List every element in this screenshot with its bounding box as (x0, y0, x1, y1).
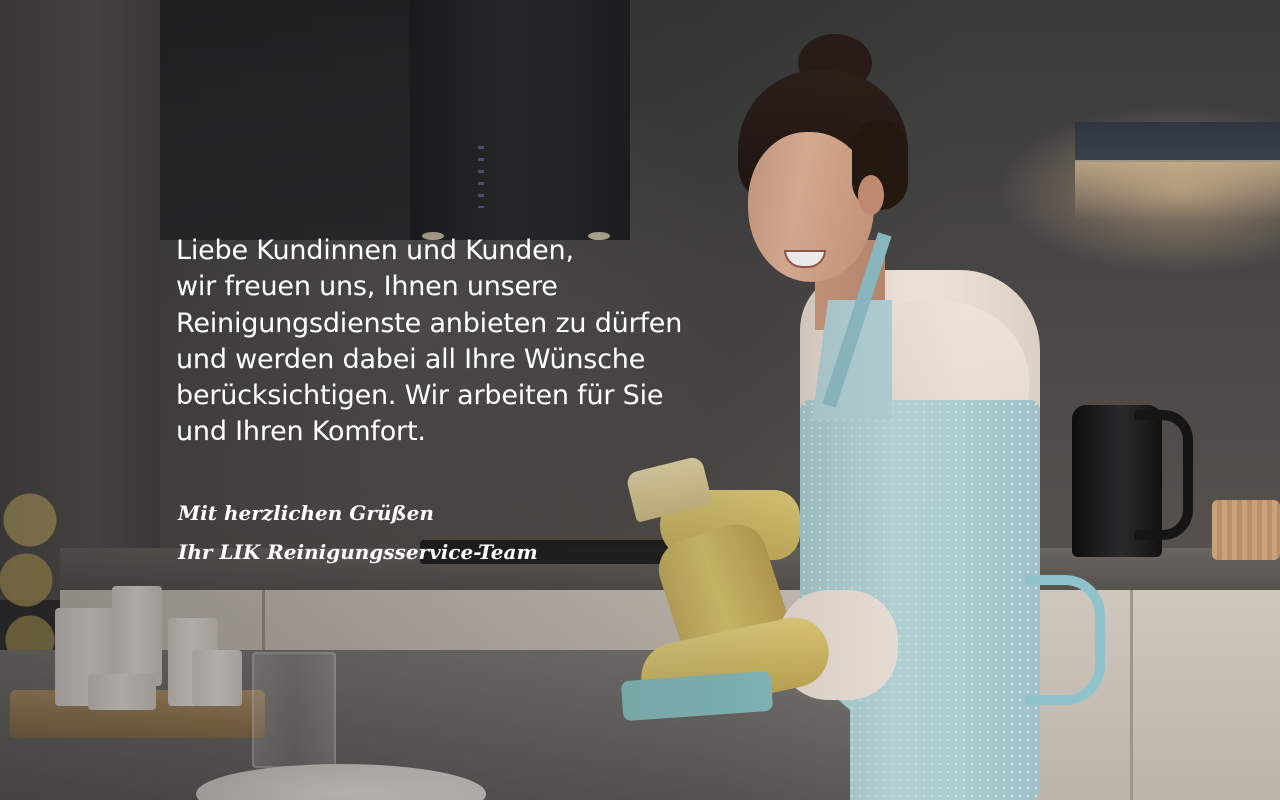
message-line: wir freuen uns, Ihnen unsere (176, 271, 558, 303)
signature-team: Ihr LIK Reinigungsservice-Team (178, 540, 538, 564)
message-line: berücksichtigen. Wir arbeiten für Sie (176, 380, 664, 412)
signature: Mit herzlichen Grüßen Ihr LIK Reinigungs… (178, 494, 538, 572)
message-line: Liebe Kundinnen und Kunden, (176, 235, 574, 266)
message-line: Reinigungsdienste anbieten zu dürfen (176, 307, 683, 339)
message-line: und Ihren Komfort. (176, 416, 426, 448)
welcome-message: Liebe Kundinnen und Kunden, wir freuen u… (176, 233, 736, 451)
message-line: und werden dabei all Ihre Wünsche (176, 343, 646, 375)
signature-greeting: Mit herzlichen Grüßen (178, 501, 434, 525)
